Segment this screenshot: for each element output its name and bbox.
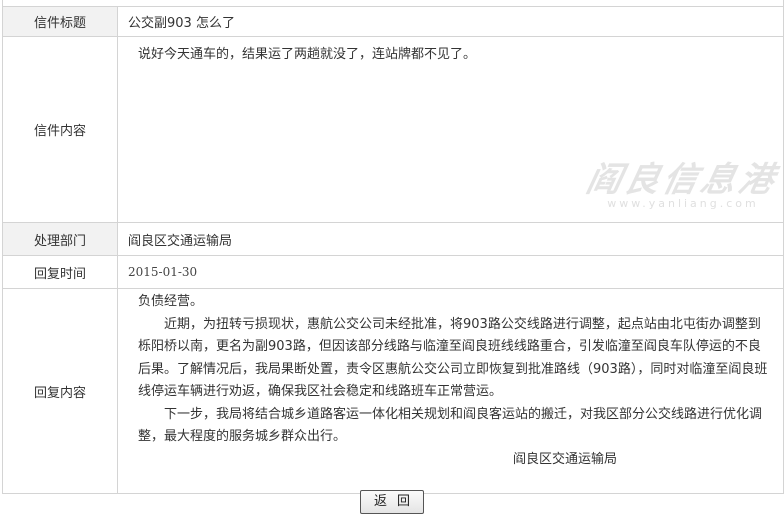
content-label: 信件内容: [3, 37, 118, 222]
row-time: 回复时间 2015-01-30: [3, 256, 783, 289]
row-reply: 回复内容 负债经营。 近期，为扭转亏损现状，惠航公交公司未经批准，将903路公交…: [3, 289, 783, 494]
row-dept: 处理部门 阎良区交通运输局: [3, 223, 783, 256]
reply-label: 回复内容: [3, 289, 118, 493]
letter-title: 公交副903 怎么了: [128, 16, 235, 31]
row-content: 信件内容 说好今天通车的，结果运了两趟就没了，连站牌都不见了。: [3, 37, 783, 223]
time-label: 回复时间: [3, 256, 118, 288]
letter-detail-table: 信件标题 公交副903 怎么了 信件内容 说好今天通车的，结果运了两趟就没了，连…: [2, 0, 784, 494]
title-label: 信件标题: [3, 7, 118, 36]
reply-paragraph-3: 下一步，我局将结合城乡道路客运一体化相关规划和阎良客运站的搬迁，对我区部分公交线…: [138, 406, 763, 445]
reply-content: 负债经营。 近期，为扭转亏损现状，惠航公交公司未经批准，将903路公交线路进行调…: [118, 289, 783, 493]
row-title: 信件标题 公交副903 怎么了: [3, 6, 783, 37]
letter-content: 说好今天通车的，结果运了两趟就没了，连站牌都不见了。: [138, 47, 477, 62]
dept-label: 处理部门: [3, 223, 118, 255]
reply-paragraph-2: 近期，为扭转亏损现状，惠航公交公司未经批准，将903路公交线路进行调整，起点站由…: [138, 316, 768, 400]
reply-paragraph-1: 负债经营。: [138, 294, 204, 309]
back-button[interactable]: 返回: [360, 490, 424, 514]
dept-value: 阎良区交通运输局: [128, 233, 233, 249]
reply-time: 2015-01-30: [128, 265, 198, 279]
reply-signature: 阎良区交通运输局: [512, 451, 617, 467]
